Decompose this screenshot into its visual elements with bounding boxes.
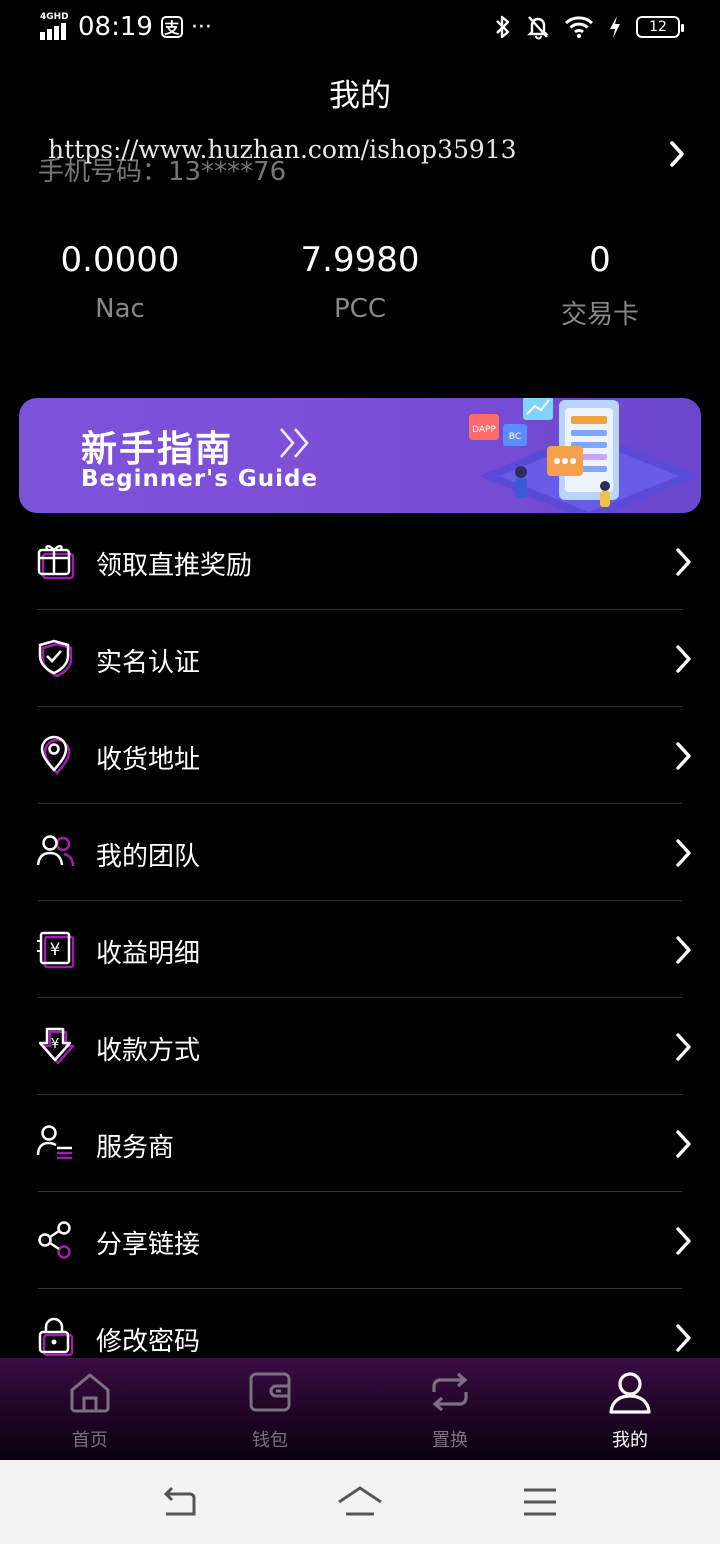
status-bar: 4GHD 08:19 支 ··· 12 <box>0 0 720 56</box>
menu-item-my-team[interactable]: 我的团队 <box>0 804 720 901</box>
cellular-signal-icon: 4GHD <box>40 12 70 40</box>
menu-item-payment-method[interactable]: ¥ 收款方式 <box>0 998 720 1095</box>
chevron-right-icon <box>676 1227 691 1255</box>
chevron-right-icon[interactable] <box>666 139 688 169</box>
chevron-right-icon <box>676 936 691 964</box>
shield-check-icon <box>38 639 73 678</box>
menu-item-service-provider[interactable]: 服务商 <box>0 1095 720 1192</box>
stat-value: 7.9980 <box>300 240 420 280</box>
more-notifications-icon: ··· <box>190 14 212 40</box>
tab-label: 钱包 <box>252 1430 288 1451</box>
income-detail-icon: ¥ <box>37 931 75 969</box>
watermark-url: https://www.huzhan.com/ishop35913 <box>48 135 517 164</box>
banner-title-cn: 新手指南 <box>81 429 234 470</box>
tab-exchange[interactable]: 置换 <box>360 1358 540 1460</box>
tab-label: 我的 <box>612 1430 648 1451</box>
stat-value: 0.0000 <box>60 240 180 280</box>
chevron-right-icon <box>676 839 691 867</box>
exchange-icon <box>432 1372 468 1412</box>
banner-title-en: Beginner's Guide <box>81 466 319 492</box>
menu-item-label: 收益明细 <box>96 939 201 969</box>
beginners-guide-banner[interactable]: 新手指南 Beginner's Guide DAPP BC <box>19 398 701 513</box>
stat-nac[interactable]: 0.0000 Nac <box>0 240 240 331</box>
bottom-tab-bar: 首页 钱包 置换 我的 <box>0 1358 720 1460</box>
account-row[interactable]: 手机号码：13****76 https://www.huzhan.com/ish… <box>38 135 688 187</box>
chevron-right-icon <box>676 645 691 673</box>
wallet-icon <box>249 1372 291 1412</box>
menu-item-label: 分享链接 <box>96 1230 201 1260</box>
stat-label: Nac <box>95 294 145 324</box>
lock-icon <box>38 1317 74 1357</box>
menu-item-direct-referral-reward[interactable]: 领取直推奖励 <box>0 513 720 610</box>
chevron-right-icon <box>676 1130 691 1158</box>
chevron-right-icon <box>676 1324 691 1352</box>
menu-item-real-name-verification[interactable]: 实名认证 <box>0 610 720 707</box>
charging-icon <box>610 16 620 38</box>
menu-item-label: 收款方式 <box>96 1036 201 1066</box>
svg-text:¥: ¥ <box>51 1037 59 1052</box>
location-pin-icon <box>40 735 71 775</box>
banner-illustration: DAPP BC <box>469 398 699 513</box>
system-navigation-bar <box>0 1460 720 1544</box>
stat-label: PCC <box>334 294 386 324</box>
wifi-icon <box>564 16 594 39</box>
tab-wallet[interactable]: 钱包 <box>180 1358 360 1460</box>
menu-item-income-details[interactable]: ¥ 收益明细 <box>0 901 720 998</box>
svg-text:¥: ¥ <box>50 940 61 960</box>
menu-item-label: 实名认证 <box>96 648 201 678</box>
tab-label: 置换 <box>432 1430 468 1451</box>
status-time: 08:19 <box>78 12 153 42</box>
chevron-right-icon <box>676 1033 691 1061</box>
home-icon <box>70 1373 110 1413</box>
user-icon <box>609 1372 651 1414</box>
stat-value: 0 <box>589 240 611 280</box>
menu-nav-icon[interactable] <box>522 1484 558 1520</box>
double-chevron-icon <box>280 428 309 458</box>
share-icon <box>38 1221 71 1259</box>
bluetooth-icon <box>496 15 510 39</box>
chevron-right-icon <box>676 742 691 770</box>
svg-text:BC: BC <box>509 432 521 442</box>
chevron-right-icon <box>676 548 691 576</box>
gift-icon <box>37 545 75 580</box>
menu-item-share-link[interactable]: 分享链接 <box>0 1192 720 1289</box>
balance-stats: 0.0000 Nac 7.9980 PCC 0 交易卡 <box>0 240 720 331</box>
tab-label: 首页 <box>72 1430 108 1451</box>
menu-item-label: 收货地址 <box>96 745 201 775</box>
home-nav-icon[interactable] <box>336 1484 384 1520</box>
tab-home[interactable]: 首页 <box>0 1358 180 1460</box>
tab-mine[interactable]: 我的 <box>540 1358 720 1460</box>
stat-label: 交易卡 <box>560 300 639 330</box>
mute-bell-icon <box>527 16 549 40</box>
menu-item-label: 领取直推奖励 <box>96 551 253 581</box>
team-icon <box>36 835 75 867</box>
stat-trade-card[interactable]: 0 交易卡 <box>480 240 720 331</box>
svg-text:DAPP: DAPP <box>472 425 496 435</box>
menu-item-label: 我的团队 <box>96 842 201 872</box>
settings-menu: 领取直推奖励 实名认证 收货地址 我的团队 ¥ 收益明细 ¥ 收款方式 服务商 … <box>0 513 720 1386</box>
payment-method-icon: ¥ <box>38 1027 75 1065</box>
stat-pcc[interactable]: 7.9980 PCC <box>240 240 480 331</box>
page-title: 我的 <box>329 78 391 114</box>
menu-item-label: 服务商 <box>96 1133 175 1163</box>
battery-indicator: 12 <box>636 16 684 38</box>
service-provider-icon <box>36 1125 72 1160</box>
menu-item-shipping-address[interactable]: 收货地址 <box>0 707 720 804</box>
back-icon[interactable] <box>160 1484 200 1520</box>
menu-item-label: 修改密码 <box>96 1327 201 1357</box>
alipay-icon: 支 <box>160 16 183 38</box>
